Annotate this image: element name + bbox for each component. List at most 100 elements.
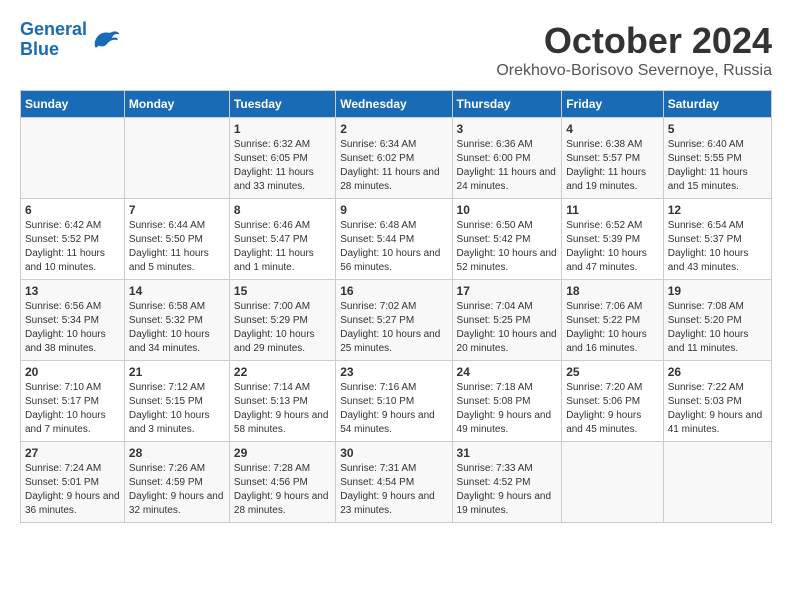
calendar-cell: 4Sunrise: 6:38 AMSunset: 5:57 PMDaylight… xyxy=(562,118,664,199)
day-number: 31 xyxy=(457,446,558,460)
day-info: Sunrise: 7:16 AMSunset: 5:10 PMDaylight:… xyxy=(340,381,447,437)
day-info: Sunrise: 7:00 AMSunset: 5:29 PMDaylight:… xyxy=(234,300,331,356)
calendar-cell: 20 Sunrise: 7:10 AMSunset: 5:17 PMDayligh… xyxy=(21,361,125,442)
calendar-table: SundayMondayTuesdayWednesdayThursdayFrid… xyxy=(20,90,772,523)
day-info: Sunrise: 6:44 AMSunset: 5:50 PMDaylight:… xyxy=(129,219,225,275)
day-number: 4 xyxy=(566,122,659,136)
day-info: Sunrise: 6:42 AMSunset: 5:52 PMDaylight:… xyxy=(25,219,120,275)
calendar-cell: 16 Sunrise: 7:02 AMSunset: 5:27 PMDayligh… xyxy=(336,280,452,361)
day-info: Sunrise: 6:46 AMSunset: 5:47 PMDaylight:… xyxy=(234,219,331,275)
day-info: Sunrise: 7:31 AMSunset: 4:54 PMDaylight:… xyxy=(340,462,447,518)
header-wednesday: Wednesday xyxy=(336,91,452,118)
calendar-header: SundayMondayTuesdayWednesdayThursdayFrid… xyxy=(21,91,772,118)
day-number: 28 xyxy=(129,446,225,460)
calendar-cell: 2Sunrise: 6:34 AMSunset: 6:02 PMDaylight… xyxy=(336,118,452,199)
calendar-cell: 6Sunrise: 6:42 AMSunset: 5:52 PMDaylight… xyxy=(21,199,125,280)
day-info: Sunrise: 7:24 AMSunset: 5:01 PMDaylight:… xyxy=(25,462,120,518)
day-number: 15 xyxy=(234,284,331,298)
logo-blue: Blue xyxy=(20,39,59,59)
day-info: Sunrise: 7:28 AMSunset: 4:56 PMDaylight:… xyxy=(234,462,331,518)
day-number: 30 xyxy=(340,446,447,460)
day-info: Sunrise: 6:56 AMSunset: 5:34 PMDaylight:… xyxy=(25,300,120,356)
day-number: 10 xyxy=(457,203,558,217)
day-number: 8 xyxy=(234,203,331,217)
day-number: 27 xyxy=(25,446,120,460)
calendar-cell: 7Sunrise: 6:44 AMSunset: 5:50 PMDaylight… xyxy=(124,199,229,280)
calendar-cell: 25 Sunrise: 7:20 AMSunset: 5:06 PMDayligh… xyxy=(562,361,664,442)
header-monday: Monday xyxy=(124,91,229,118)
day-info: Sunrise: 7:02 AMSunset: 5:27 PMDaylight:… xyxy=(340,300,447,356)
day-number: 11 xyxy=(566,203,659,217)
calendar-cell: 5Sunrise: 6:40 AMSunset: 5:55 PMDaylight… xyxy=(663,118,771,199)
calendar-cell: 11 Sunrise: 6:52 AMSunset: 5:39 PMDayligh… xyxy=(562,199,664,280)
logo: General Blue xyxy=(20,20,121,60)
calendar-cell: 29 Sunrise: 7:28 AMSunset: 4:56 PMDayligh… xyxy=(229,442,335,523)
week-row-2: 6Sunrise: 6:42 AMSunset: 5:52 PMDaylight… xyxy=(21,199,772,280)
logo-general: General xyxy=(20,19,87,39)
calendar-cell: 31 Sunrise: 7:33 AMSunset: 4:52 PMDayligh… xyxy=(452,442,562,523)
title-block: October 2024 Orekhovo-Borisovo Severnoye… xyxy=(496,20,772,80)
week-row-4: 20 Sunrise: 7:10 AMSunset: 5:17 PMDayligh… xyxy=(21,361,772,442)
calendar-cell: 27 Sunrise: 7:24 AMSunset: 5:01 PMDayligh… xyxy=(21,442,125,523)
day-info: Sunrise: 6:50 AMSunset: 5:42 PMDaylight:… xyxy=(457,219,558,275)
calendar-body: 1 Sunrise: 6:32 AMSunset: 6:05 PMDaylight… xyxy=(21,118,772,523)
day-info: Sunrise: 7:10 AMSunset: 5:17 PMDaylight:… xyxy=(25,381,120,437)
day-info: Sunrise: 6:54 AMSunset: 5:37 PMDaylight:… xyxy=(668,219,767,275)
page-header: General Blue October 2024 Orekhovo-Boris… xyxy=(20,20,772,80)
day-info: Sunrise: 7:18 AMSunset: 5:08 PMDaylight:… xyxy=(457,381,558,437)
calendar-cell: 18Sunrise: 7:06 AMSunset: 5:22 PMDayligh… xyxy=(562,280,664,361)
day-info: Sunrise: 6:52 AMSunset: 5:39 PMDaylight:… xyxy=(566,219,659,275)
calendar-cell: 19 Sunrise: 7:08 AMSunset: 5:20 PMDayligh… xyxy=(663,280,771,361)
day-info: Sunrise: 6:34 AMSunset: 6:02 PMDaylight:… xyxy=(340,138,447,194)
day-info: Sunrise: 7:22 AMSunset: 5:03 PMDaylight:… xyxy=(668,381,767,437)
day-info: Sunrise: 6:32 AMSunset: 6:05 PMDaylight:… xyxy=(234,138,331,194)
calendar-cell: 26 Sunrise: 7:22 AMSunset: 5:03 PMDayligh… xyxy=(663,361,771,442)
calendar-cell: 13 Sunrise: 6:56 AMSunset: 5:34 PMDayligh… xyxy=(21,280,125,361)
day-number: 20 xyxy=(25,365,120,379)
day-info: Sunrise: 7:14 AMSunset: 5:13 PMDaylight:… xyxy=(234,381,331,437)
calendar-cell: 1 Sunrise: 6:32 AMSunset: 6:05 PMDaylight… xyxy=(229,118,335,199)
day-info: Sunrise: 7:26 AMSunset: 4:59 PMDaylight:… xyxy=(129,462,225,518)
header-tuesday: Tuesday xyxy=(229,91,335,118)
day-number: 14 xyxy=(129,284,225,298)
day-number: 5 xyxy=(668,122,767,136)
day-number: 17 xyxy=(457,284,558,298)
header-row: SundayMondayTuesdayWednesdayThursdayFrid… xyxy=(21,91,772,118)
calendar-cell: 8 Sunrise: 6:46 AMSunset: 5:47 PMDaylight… xyxy=(229,199,335,280)
calendar-cell: 12 Sunrise: 6:54 AMSunset: 5:37 PMDayligh… xyxy=(663,199,771,280)
day-number: 24 xyxy=(457,365,558,379)
week-row-5: 27 Sunrise: 7:24 AMSunset: 5:01 PMDayligh… xyxy=(21,442,772,523)
header-friday: Friday xyxy=(562,91,664,118)
logo-text: General Blue xyxy=(20,20,87,60)
day-number: 26 xyxy=(668,365,767,379)
week-row-1: 1 Sunrise: 6:32 AMSunset: 6:05 PMDaylight… xyxy=(21,118,772,199)
day-number: 13 xyxy=(25,284,120,298)
day-number: 21 xyxy=(129,365,225,379)
calendar-cell: 15 Sunrise: 7:00 AMSunset: 5:29 PMDayligh… xyxy=(229,280,335,361)
day-info: Sunrise: 6:36 AMSunset: 6:00 PMDaylight:… xyxy=(457,138,558,194)
location-title: Orekhovo-Borisovo Severnoye, Russia xyxy=(496,62,772,80)
calendar-cell: 24 Sunrise: 7:18 AMSunset: 5:08 PMDayligh… xyxy=(452,361,562,442)
header-thursday: Thursday xyxy=(452,91,562,118)
day-number: 29 xyxy=(234,446,331,460)
day-info: Sunrise: 7:08 AMSunset: 5:20 PMDaylight:… xyxy=(668,300,767,356)
calendar-cell: 14Sunrise: 6:58 AMSunset: 5:32 PMDayligh… xyxy=(124,280,229,361)
day-info: Sunrise: 7:33 AMSunset: 4:52 PMDaylight:… xyxy=(457,462,558,518)
calendar-cell: 17 Sunrise: 7:04 AMSunset: 5:25 PMDayligh… xyxy=(452,280,562,361)
day-number: 25 xyxy=(566,365,659,379)
day-info: Sunrise: 7:20 AMSunset: 5:06 PMDaylight:… xyxy=(566,381,659,437)
day-number: 1 xyxy=(234,122,331,136)
day-number: 12 xyxy=(668,203,767,217)
header-saturday: Saturday xyxy=(663,91,771,118)
header-sunday: Sunday xyxy=(21,91,125,118)
calendar-cell: 28 Sunrise: 7:26 AMSunset: 4:59 PMDayligh… xyxy=(124,442,229,523)
day-number: 22 xyxy=(234,365,331,379)
day-info: Sunrise: 7:04 AMSunset: 5:25 PMDaylight:… xyxy=(457,300,558,356)
calendar-cell xyxy=(562,442,664,523)
calendar-cell xyxy=(124,118,229,199)
week-row-3: 13 Sunrise: 6:56 AMSunset: 5:34 PMDayligh… xyxy=(21,280,772,361)
day-number: 19 xyxy=(668,284,767,298)
day-number: 16 xyxy=(340,284,447,298)
day-number: 18 xyxy=(566,284,659,298)
calendar-cell: 10 Sunrise: 6:50 AMSunset: 5:42 PMDayligh… xyxy=(452,199,562,280)
